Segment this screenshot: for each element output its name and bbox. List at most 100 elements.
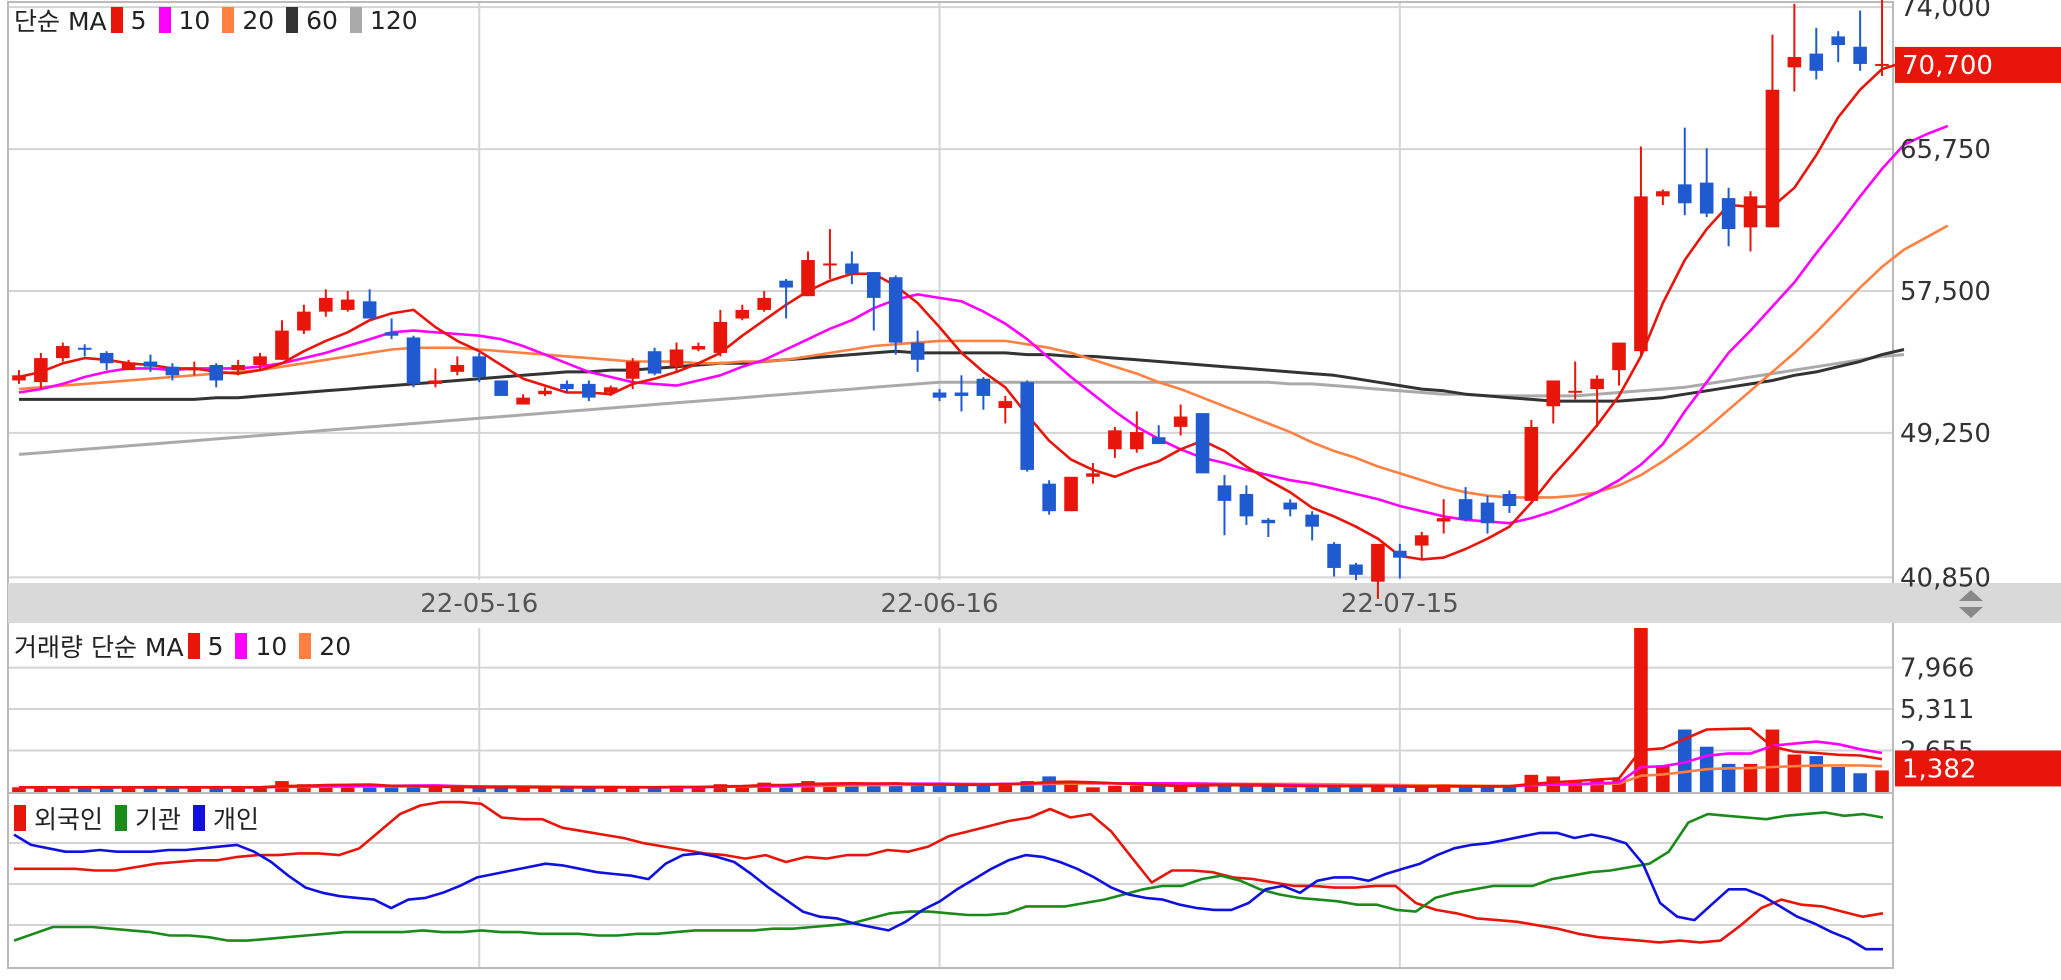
volume-bar: [1656, 765, 1670, 792]
candle-body: [560, 383, 574, 390]
candle-body: [888, 277, 903, 343]
vol-ma10-label: 10: [255, 631, 288, 661]
candle-body: [1634, 196, 1648, 352]
volume-bar: [1283, 787, 1298, 792]
volume-tick-0: 7,966: [1900, 654, 1974, 684]
candle-body: [1809, 53, 1824, 71]
candle-body: [340, 299, 355, 310]
volume-bar: [384, 787, 399, 792]
candle: [1195, 413, 1210, 474]
price-tick-1: 65,750: [1900, 135, 1991, 165]
ma120-label: 120: [369, 5, 418, 35]
current-volume-label: 1,382: [1902, 754, 1976, 784]
volume-bar: [1765, 729, 1780, 792]
panel-resize-handle-icon[interactable]: [1951, 586, 1991, 622]
vol-ma20-label: 20: [319, 631, 352, 661]
volume-bar: [1086, 787, 1100, 792]
candle: [647, 347, 662, 376]
candle-body: [1305, 514, 1319, 527]
vol-ma5-label: 5: [207, 631, 224, 661]
candle-body: [582, 383, 596, 398]
ma120-swatch: [349, 7, 362, 33]
candle-body: [932, 392, 947, 398]
ma10-swatch: [158, 7, 171, 33]
candle-body: [143, 361, 158, 367]
candle-body: [1151, 437, 1166, 445]
candle-body: [1327, 543, 1341, 568]
volume-bar: [1787, 754, 1802, 792]
candle-body: [516, 397, 530, 405]
investor-legend: 외국인 기관 개인: [14, 803, 259, 834]
date-label-2: 22-07-15: [1341, 589, 1459, 619]
candle-body: [1502, 493, 1517, 507]
volume-bar: [1130, 785, 1144, 792]
candle-body: [1414, 535, 1429, 546]
candle-body: [384, 332, 399, 336]
candle-body: [1480, 502, 1495, 524]
institution-label: 기관: [135, 805, 182, 834]
volume-bar: [406, 787, 421, 792]
candle-body: [1130, 432, 1144, 450]
candle-body: [494, 380, 508, 396]
candle-body: [1831, 36, 1845, 46]
candle-body: [165, 366, 180, 376]
volume-bar: [1151, 785, 1166, 792]
stock-chart-canvas[interactable]: 22-05-16 22-06-16 22-07-15 74,000 65,750 57,5…: [0, 0, 2061, 980]
candle-body: [1524, 426, 1539, 501]
volume-tick-1: 5,311: [1900, 695, 1974, 725]
date-axis-band: [8, 583, 2061, 623]
ma60-label: 60: [306, 5, 338, 35]
vol-ma20-swatch: [299, 633, 312, 659]
volume-ma-legend-label: 거래량 단순 MA: [14, 633, 184, 662]
volume-bar: [1458, 787, 1473, 792]
vol-ma10-swatch: [235, 633, 248, 659]
candle-body: [845, 263, 859, 274]
date-label-1: 22-06-16: [881, 589, 999, 619]
candle-body: [34, 358, 48, 383]
candle-body: [1699, 182, 1714, 214]
candle-body: [1743, 196, 1758, 228]
volume-bar: [1393, 787, 1407, 792]
volume-bar: [1108, 785, 1122, 792]
ma20-swatch: [222, 7, 235, 33]
price-ma-legend: 단순 MA 5 10 20 60 120: [14, 5, 418, 37]
candle: [1524, 420, 1539, 501]
candle-body: [976, 378, 991, 396]
candle-body: [1349, 564, 1363, 575]
candle-body: [1195, 413, 1210, 474]
volume-bar: [1875, 770, 1889, 792]
candle-body: [231, 364, 245, 371]
candle-body: [779, 280, 793, 288]
candle-body: [1590, 378, 1604, 390]
foreign-swatch: [14, 805, 26, 831]
candle-body: [1217, 485, 1232, 501]
candle-body: [669, 349, 684, 367]
ma5-label: 5: [130, 5, 147, 35]
candle-body: [801, 260, 815, 297]
ma20-label: 20: [242, 5, 275, 35]
candle-body: [1020, 382, 1035, 470]
candle-body: [1677, 184, 1692, 204]
individual-swatch: [193, 805, 206, 831]
candle-body: [121, 363, 136, 371]
candle-body: [603, 387, 618, 393]
candle-body: [187, 368, 202, 371]
candle: [1020, 380, 1035, 472]
ma5-swatch: [110, 7, 123, 33]
candle-body: [275, 330, 289, 360]
candle-body: [406, 337, 421, 384]
candle-body: [1721, 198, 1736, 230]
candle: [1064, 476, 1078, 512]
candle-body: [910, 342, 925, 360]
volume-bar: [1831, 767, 1845, 792]
candle-body: [1173, 416, 1188, 427]
candle-body: [1656, 191, 1670, 197]
candle-body: [1436, 518, 1451, 522]
foreign-label: 외국인: [34, 805, 104, 834]
candle-body: [1765, 89, 1780, 228]
candle-body: [428, 380, 443, 384]
candle-body: [1393, 550, 1407, 558]
candle-body: [1064, 476, 1078, 512]
candle-body: [735, 309, 750, 319]
candle-body: [1108, 430, 1122, 450]
